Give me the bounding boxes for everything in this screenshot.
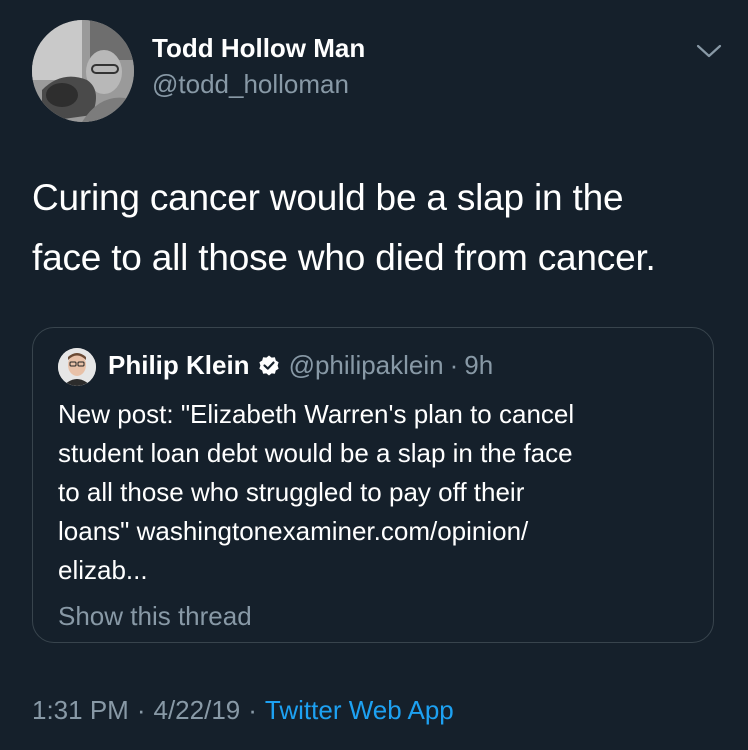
meta-separator: ·	[248, 695, 257, 725]
tweet-card: Todd Hollow Man @todd_holloman Curing ca…	[0, 0, 748, 750]
quoted-text-line: New post: "Elizabeth Warren's plan to ca…	[58, 399, 575, 429]
quoted-text-line: student loan debt would be a slap in the…	[58, 438, 573, 468]
quoted-author-avatar[interactable]	[58, 348, 96, 386]
verified-badge-icon	[258, 355, 279, 375]
quoted-text: New post: "Elizabeth Warren's plan to ca…	[58, 395, 698, 590]
author-handle[interactable]: @todd_holloman	[152, 69, 349, 100]
tweet-meta: 1:31 PM · 4/22/19 · Twitter Web App	[32, 695, 454, 726]
tweet-time[interactable]: 1:31 PM	[32, 695, 129, 725]
quoted-tweet[interactable]: Philip Klein @philipaklein · 9h New post…	[32, 327, 714, 643]
quoted-text-line: elizab...	[58, 555, 148, 585]
quoted-text-line: loans" washingtonexaminer.com/opinion/	[58, 516, 529, 546]
quoted-display-name[interactable]: Philip Klein	[108, 350, 250, 381]
author-avatar[interactable]	[32, 20, 134, 122]
quoted-avatar-photo	[58, 348, 96, 386]
tweet-text-line: Curing cancer would be a slap in the	[32, 177, 624, 218]
avatar-photo	[32, 20, 134, 122]
quoted-handle[interactable]: @philipaklein	[289, 350, 444, 381]
tweet-date[interactable]: 4/22/19	[154, 695, 241, 725]
source-app-link[interactable]: Twitter Web App	[265, 695, 454, 725]
meta-separator: ·	[136, 695, 146, 725]
tweet-text-line: face to all those who died from cancer.	[32, 237, 656, 278]
quoted-separator: ·	[449, 350, 459, 380]
quoted-text-line: to all those who struggled to pay off th…	[58, 477, 525, 507]
chevron-down-icon[interactable]	[695, 40, 723, 62]
quoted-timestamp[interactable]: 9h	[464, 350, 493, 381]
author-display-name[interactable]: Todd Hollow Man	[152, 33, 365, 64]
quoted-header: Philip Klein @philipaklein · 9h	[108, 350, 493, 381]
tweet-text: Curing cancer would be a slap in the fac…	[32, 168, 732, 288]
show-thread-link[interactable]: Show this thread	[58, 601, 252, 632]
